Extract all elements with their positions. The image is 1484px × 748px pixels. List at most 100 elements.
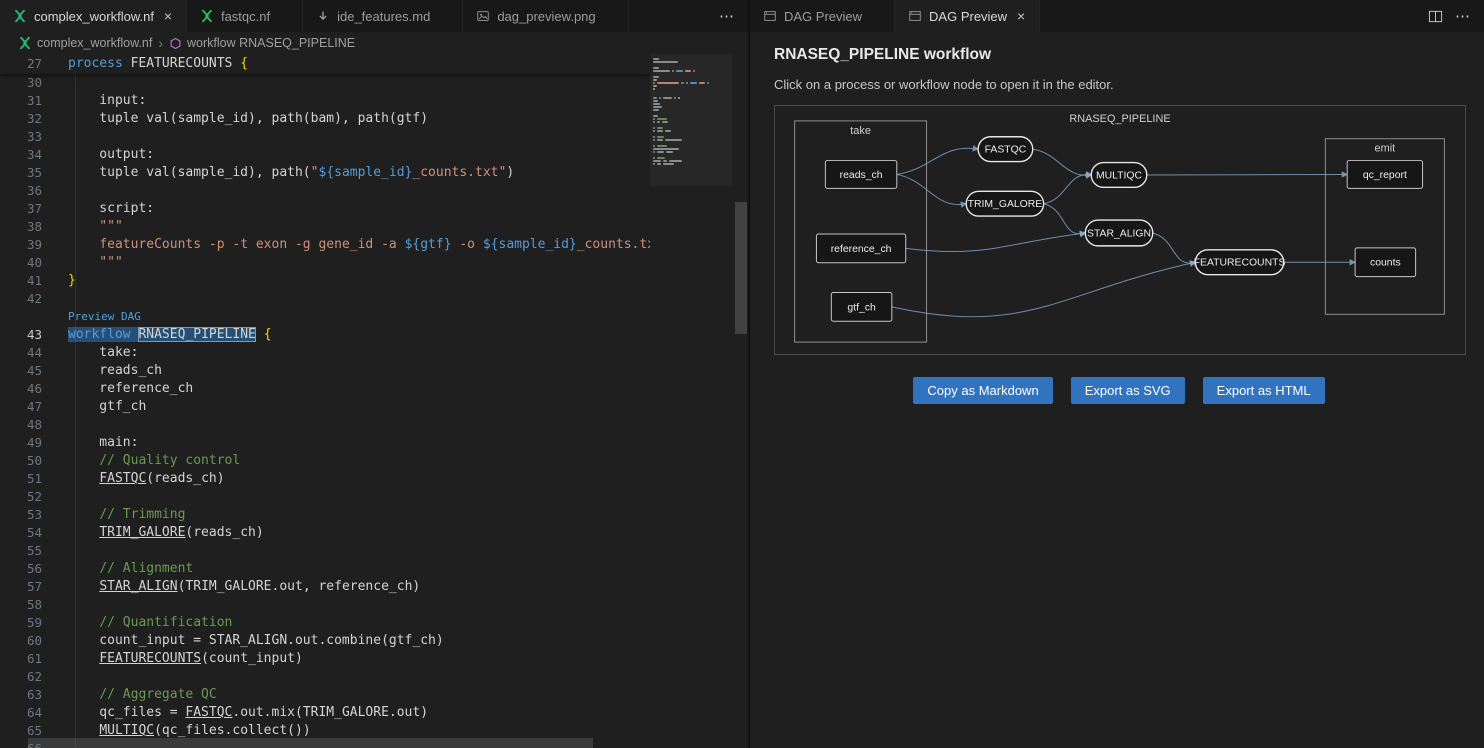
code-text: tuple val(sample_id), path("${sample_id}…	[42, 164, 514, 182]
line-number: 40	[0, 254, 42, 272]
workbench: complex_workflow.nf×fastqc.nf×ide_featur…	[0, 0, 1484, 748]
line-number: 49	[0, 434, 42, 452]
minimap-viewport	[650, 54, 732, 186]
preview-icon	[907, 8, 923, 24]
line-number: 59	[0, 614, 42, 632]
code-text: count_input = STAR_ALIGN.out.combine(gtf…	[42, 632, 444, 650]
code-line: 42	[0, 290, 650, 308]
dag-node-star_align[interactable]: STAR_ALIGN	[1085, 220, 1152, 246]
breadcrumb-file[interactable]: complex_workflow.nf	[37, 36, 152, 50]
dag-edge-reads_ch-trim_galore	[897, 174, 966, 204]
code-line: 51 FASTQC(reads_ch)	[0, 470, 650, 488]
chevron-right-icon: ›	[157, 35, 164, 51]
line-number: 64	[0, 704, 42, 722]
svg-text:qc_report: qc_report	[1363, 170, 1407, 181]
code-line: 55	[0, 542, 650, 560]
sticky-scroll-line: 27process FEATURECOUNTS {	[0, 54, 650, 74]
dag-edge-reference_ch-star_align	[906, 233, 1086, 252]
close-icon[interactable]: ×	[160, 8, 176, 24]
code-text	[42, 74, 68, 92]
code-line: 43workflow RNASEQ_PIPELINE {	[0, 326, 650, 344]
line-number: 45	[0, 362, 42, 380]
code-editor[interactable]: 3031 input:32 tuple val(sample_id), path…	[0, 54, 748, 748]
indent-guide	[75, 74, 76, 748]
code-text: // Quality control	[42, 452, 240, 470]
dag-node-fastqc[interactable]: FASTQC	[978, 137, 1033, 162]
code-text: workflow RNASEQ_PIPELINE {	[42, 326, 272, 344]
code-text: """	[42, 254, 123, 272]
tab-dag-preview-1[interactable]: DAG Preview ×	[895, 0, 1040, 32]
svg-text:MULTIQC: MULTIQC	[1096, 170, 1143, 181]
code-line: 46 reference_ch	[0, 380, 650, 398]
line-number: 36	[0, 182, 42, 200]
more-actions-icon[interactable]: ⋯	[1455, 7, 1470, 25]
code-line: 45 reads_ch	[0, 362, 650, 380]
code-text: take:	[42, 344, 138, 362]
code-text: reference_ch	[42, 380, 193, 398]
code-text	[42, 488, 68, 506]
code-line: 56 // Alignment	[0, 560, 650, 578]
line-number: 42	[0, 290, 42, 308]
code-line: 33	[0, 128, 650, 146]
dag-node-multiqc[interactable]: MULTIQC	[1091, 163, 1147, 188]
copy-as-markdown-button[interactable]: Copy as Markdown	[913, 377, 1052, 404]
line-number: 46	[0, 380, 42, 398]
code-text: script:	[42, 200, 154, 218]
dag-edge-star_align-featurecounts	[1153, 233, 1196, 263]
tab-label: DAG Preview	[929, 9, 1007, 24]
tab-label: DAG Preview	[784, 9, 862, 24]
dag-edge-fastqc-multiqc	[1033, 149, 1092, 175]
tab-fastqc-nf-1[interactable]: fastqc.nf×	[187, 0, 303, 32]
export-as-svg-button[interactable]: Export as SVG	[1071, 377, 1185, 404]
dag-node-trim_galore[interactable]: TRIM_GALORE	[966, 191, 1043, 216]
code-line: 37 script:	[0, 200, 650, 218]
code-text	[42, 542, 68, 560]
code-text: featureCounts -p -t exon -g gene_id -a $…	[42, 236, 650, 254]
minimap[interactable]	[650, 54, 732, 748]
codelens-preview-dag[interactable]: Preview DAG	[42, 308, 141, 326]
line-number: 58	[0, 596, 42, 614]
close-icon[interactable]: ×	[1013, 8, 1029, 24]
tab-complex-workflow-nf-0[interactable]: complex_workflow.nf ×	[0, 0, 187, 32]
tab-label: dag_preview.png	[497, 9, 595, 24]
tab-dag-preview-0[interactable]: DAG Preview×	[750, 0, 895, 32]
code-text: // Quantification	[42, 614, 232, 632]
line-number: 54	[0, 524, 42, 542]
dag-node-reads_ch: reads_ch	[825, 161, 896, 189]
code-line: 57 STAR_ALIGN(TRIM_GALORE.out, reference…	[0, 578, 650, 596]
breadcrumb-symbol[interactable]: workflow RNASEQ_PIPELINE	[187, 36, 355, 50]
line-number: 57	[0, 578, 42, 596]
dag-node-featurecounts[interactable]: FEATURECOUNTS	[1194, 250, 1286, 275]
scrollbar-thumb[interactable]	[735, 202, 747, 334]
code-line: 39 featureCounts -p -t exon -g gene_id -…	[0, 236, 650, 254]
tab-dag-preview-png-3[interactable]: dag_preview.png×	[463, 0, 628, 32]
line-number: 52	[0, 488, 42, 506]
split-editor-icon[interactable]	[1428, 9, 1443, 24]
code-line: 61 FEATURECOUNTS(count_input)	[0, 650, 650, 668]
tab-label: fastqc.nf	[221, 9, 270, 24]
svg-text:reads_ch: reads_ch	[840, 170, 883, 181]
scrollbar-thumb[interactable]	[28, 738, 593, 748]
svg-text:TRIM_GALORE: TRIM_GALORE	[968, 199, 1043, 210]
vertical-scrollbar[interactable]	[734, 54, 748, 748]
line-number	[0, 308, 42, 326]
code-line: 64 qc_files = FASTQC.out.mix(TRIM_GALORE…	[0, 704, 650, 722]
code-text: STAR_ALIGN(TRIM_GALORE.out, reference_ch…	[42, 578, 420, 596]
nextflow-icon	[12, 8, 28, 24]
code-text: // Trimming	[42, 506, 185, 524]
tab-ide-features-md-2[interactable]: ide_features.md×	[303, 0, 463, 32]
more-actions-icon[interactable]: ⋯	[719, 7, 734, 25]
export-buttons-row: Copy as Markdown Export as SVG Export as H…	[774, 377, 1464, 404]
dag-cluster-label: emit	[1375, 143, 1396, 155]
line-number: 60	[0, 632, 42, 650]
code-text: input:	[42, 92, 146, 110]
code-line: 63 // Aggregate QC	[0, 686, 650, 704]
line-number: 38	[0, 218, 42, 236]
export-as-html-button[interactable]: Export as HTML	[1203, 377, 1325, 404]
tab-label: complex_workflow.nf	[34, 9, 154, 24]
line-number: 35	[0, 164, 42, 182]
dag-cluster-label: take	[850, 125, 871, 137]
line-number: 39	[0, 236, 42, 254]
horizontal-scrollbar[interactable]	[0, 738, 650, 748]
code-line: 34 output:	[0, 146, 650, 164]
